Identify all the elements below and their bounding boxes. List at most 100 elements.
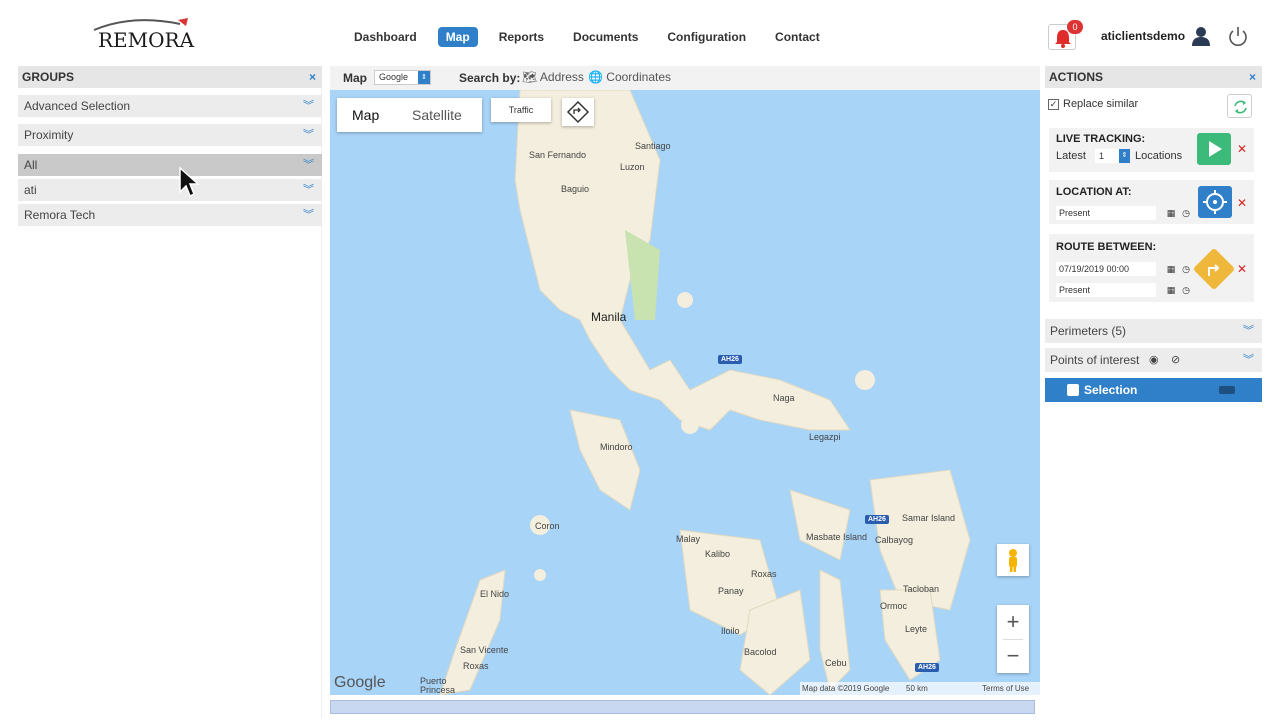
perimeters-row[interactable]: Perimeters (5) ︾ — [1045, 319, 1262, 343]
route-to-date-input[interactable]: Present — [1056, 283, 1156, 297]
groups-panel: GROUPS × Advanced Selection ︾ Proximity … — [18, 66, 322, 718]
label-luzon: Luzon — [620, 162, 645, 172]
latest-count-stepper[interactable]: 1 ⇕ — [1095, 149, 1130, 163]
pegman-icon — [1009, 549, 1017, 572]
map-provider-value: Google — [379, 72, 409, 82]
route-from-date-input[interactable]: 07/19/2019 00:00 — [1056, 262, 1156, 276]
zoom-in-button[interactable]: + — [997, 605, 1029, 639]
label-calbayog: Calbayog — [875, 535, 914, 545]
live-tracking-title: LIVE TRACKING: — [1056, 133, 1146, 145]
group-row-ati[interactable]: ati ︾ — [18, 179, 322, 201]
play-icon — [1209, 141, 1222, 157]
selection-row[interactable]: Selection — [1045, 378, 1262, 402]
select-arrows-icon: ⇕ — [418, 71, 430, 84]
location-at-locate-button[interactable] — [1198, 186, 1232, 218]
label-legazpi: Legazpi — [809, 432, 841, 442]
actions-title: ACTIONS — [1049, 70, 1103, 84]
street-view-pegman[interactable] — [997, 544, 1029, 576]
label-coron: Coron — [535, 521, 560, 531]
search-by-address-option[interactable]: 🗺 Address — [522, 70, 584, 84]
chevron-down-icon[interactable]: ︾ — [303, 124, 314, 146]
chevron-down-icon[interactable]: ︾ — [1243, 319, 1254, 343]
top-bar: REMORA Dashboard Map Reports Documents C… — [0, 0, 1280, 66]
label-baguio: Baguio — [561, 184, 590, 194]
live-tracking-remove-icon[interactable]: ✕ — [1237, 142, 1247, 156]
label-manila: Manila — [591, 310, 627, 324]
notification-count-badge: 0 — [1067, 20, 1083, 34]
replace-similar-checkbox[interactable]: ✓ — [1048, 99, 1059, 110]
chevron-down-icon[interactable]: ︾ — [303, 179, 314, 201]
username[interactable]: aticlientsdemo — [1101, 29, 1185, 43]
clock-icon[interactable]: ◷ — [1180, 284, 1192, 296]
terms-of-use-link[interactable]: Terms of Use — [982, 682, 1029, 695]
chevron-down-icon[interactable]: ︾ — [303, 204, 314, 226]
selection-checkbox[interactable] — [1067, 384, 1079, 396]
group-row-advanced-selection[interactable]: Advanced Selection ︾ — [18, 95, 322, 117]
latest-count-value: 1 — [1099, 151, 1105, 161]
group-label: Advanced Selection — [24, 99, 131, 113]
traffic-button[interactable]: Traffic — [491, 98, 551, 122]
map-type-map-button[interactable]: Map — [352, 107, 379, 123]
location-at-title: LOCATION AT: — [1056, 186, 1132, 198]
live-tracking-play-button[interactable] — [1197, 133, 1231, 165]
label-bacolod: Bacolod — [744, 647, 777, 657]
map-provider-select[interactable]: Google ⇕ — [374, 70, 431, 85]
chevron-down-icon[interactable]: ︾ — [303, 95, 314, 117]
route-between-title: ROUTE BETWEEN: — [1056, 241, 1157, 253]
google-logo[interactable]: Google — [334, 674, 386, 692]
eye-icon[interactable]: ◉ — [1149, 348, 1159, 372]
refresh-button[interactable] — [1227, 94, 1252, 118]
power-icon[interactable] — [1226, 25, 1250, 49]
label-mindoro: Mindoro — [600, 442, 633, 452]
coordinates-label: Coordinates — [606, 70, 672, 84]
locations-label: Locations — [1135, 150, 1183, 162]
map-attribution: Map data ©2019 Google — [802, 684, 890, 693]
nav-reports[interactable]: Reports — [491, 27, 552, 47]
group-row-all[interactable]: All ︾ — [18, 154, 322, 176]
calendar-icon[interactable]: ▦ — [1165, 207, 1177, 219]
highway-shield-ah26: AH26 — [865, 515, 889, 524]
nav-documents[interactable]: Documents — [565, 27, 646, 47]
actions-header: ACTIONS × — [1045, 66, 1262, 88]
chevron-down-icon[interactable]: ︾ — [1243, 348, 1254, 372]
map-canvas[interactable]: Map Satellite Traffic San Fernando Santi… — [330, 90, 1040, 695]
clock-icon[interactable]: ◷ — [1180, 207, 1192, 219]
label-el-nido: El Nido — [480, 589, 510, 599]
remora-logo[interactable]: REMORA — [92, 16, 194, 52]
user-icon[interactable] — [1190, 25, 1212, 47]
actions-panel: ACTIONS × ✓ Replace similar LIVE TRACKIN… — [1045, 66, 1262, 718]
label-san-vicente: San Vicente — [460, 645, 509, 655]
nav-contact[interactable]: Contact — [767, 27, 828, 47]
group-row-remora-tech[interactable]: Remora Tech ︾ — [18, 204, 322, 226]
groups-close-icon[interactable]: × — [309, 66, 316, 88]
selection-clear-icon[interactable] — [1219, 386, 1235, 394]
map-type-satellite-button[interactable]: Satellite — [412, 107, 462, 123]
route-between-remove-icon[interactable]: ✕ — [1237, 262, 1247, 276]
actions-close-icon[interactable]: × — [1249, 66, 1256, 88]
nav-configuration[interactable]: Configuration — [659, 27, 754, 47]
selection-label: Selection — [1084, 383, 1138, 397]
calendar-icon[interactable]: ▦ — [1165, 263, 1177, 275]
search-by-coordinates-option[interactable]: 🌐 Coordinates — [588, 70, 671, 84]
calendar-icon[interactable]: ▦ — [1165, 284, 1177, 296]
main-nav: Dashboard Map Reports Documents Configur… — [346, 27, 841, 47]
location-at-remove-icon[interactable]: ✕ — [1237, 196, 1247, 210]
label-puerto-princesa: Puerto Princesa — [420, 676, 456, 695]
nav-dashboard[interactable]: Dashboard — [346, 27, 425, 47]
mouse-cursor-icon — [179, 166, 200, 198]
label-roxas: Roxas — [751, 569, 777, 579]
refresh-icon — [1234, 100, 1247, 114]
group-row-proximity[interactable]: Proximity ︾ — [18, 124, 322, 146]
zoom-out-button[interactable]: − — [997, 639, 1029, 673]
globe-icon: 🌐 — [588, 70, 603, 84]
eye-off-icon[interactable]: ⊘ — [1171, 348, 1180, 372]
group-label: Remora Tech — [24, 208, 96, 222]
clock-icon[interactable]: ◷ — [1180, 263, 1192, 275]
chevron-down-icon[interactable]: ︾ — [303, 154, 314, 176]
directions-button[interactable] — [562, 98, 594, 126]
nav-map[interactable]: Map — [437, 27, 478, 47]
label-samar-island: Samar Island — [902, 513, 956, 523]
map-icon: 🗺 — [522, 70, 538, 84]
points-of-interest-row[interactable]: Points of interest ◉ ⊘ ︾ — [1045, 348, 1262, 372]
location-at-date-input[interactable]: Present — [1056, 206, 1156, 220]
